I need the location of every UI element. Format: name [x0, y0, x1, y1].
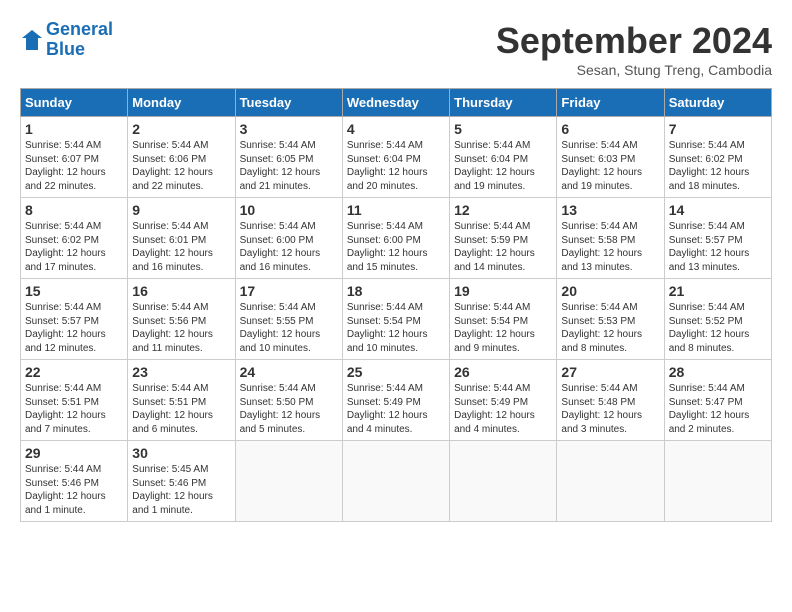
calendar-body: 1Sunrise: 5:44 AMSunset: 6:07 PMDaylight…	[21, 117, 772, 522]
table-row: 15Sunrise: 5:44 AMSunset: 5:57 PMDayligh…	[21, 279, 128, 360]
table-row: 27Sunrise: 5:44 AMSunset: 5:48 PMDayligh…	[557, 360, 664, 441]
logo-text: General Blue	[46, 20, 113, 60]
table-row	[664, 441, 771, 522]
calendar-title: September 2024	[496, 20, 772, 62]
table-row: 20Sunrise: 5:44 AMSunset: 5:53 PMDayligh…	[557, 279, 664, 360]
table-row: 21Sunrise: 5:44 AMSunset: 5:52 PMDayligh…	[664, 279, 771, 360]
col-friday: Friday	[557, 89, 664, 117]
col-saturday: Saturday	[664, 89, 771, 117]
table-row: 26Sunrise: 5:44 AMSunset: 5:49 PMDayligh…	[450, 360, 557, 441]
table-row	[342, 441, 449, 522]
title-area: September 2024 Sesan, Stung Treng, Cambo…	[496, 20, 772, 78]
table-row: 29Sunrise: 5:44 AMSunset: 5:46 PMDayligh…	[21, 441, 128, 522]
table-row	[450, 441, 557, 522]
table-row: 4Sunrise: 5:44 AMSunset: 6:04 PMDaylight…	[342, 117, 449, 198]
calendar-week-1: 1Sunrise: 5:44 AMSunset: 6:07 PMDaylight…	[21, 117, 772, 198]
table-row: 12Sunrise: 5:44 AMSunset: 5:59 PMDayligh…	[450, 198, 557, 279]
table-row: 8Sunrise: 5:44 AMSunset: 6:02 PMDaylight…	[21, 198, 128, 279]
table-row: 10Sunrise: 5:44 AMSunset: 6:00 PMDayligh…	[235, 198, 342, 279]
table-row: 2Sunrise: 5:44 AMSunset: 6:06 PMDaylight…	[128, 117, 235, 198]
table-row: 7Sunrise: 5:44 AMSunset: 6:02 PMDaylight…	[664, 117, 771, 198]
table-row: 9Sunrise: 5:44 AMSunset: 6:01 PMDaylight…	[128, 198, 235, 279]
col-tuesday: Tuesday	[235, 89, 342, 117]
table-row: 5Sunrise: 5:44 AMSunset: 6:04 PMDaylight…	[450, 117, 557, 198]
col-wednesday: Wednesday	[342, 89, 449, 117]
logo-icon	[20, 28, 44, 52]
table-row: 19Sunrise: 5:44 AMSunset: 5:54 PMDayligh…	[450, 279, 557, 360]
table-row: 6Sunrise: 5:44 AMSunset: 6:03 PMDaylight…	[557, 117, 664, 198]
header: General Blue September 2024 Sesan, Stung…	[20, 20, 772, 78]
calendar-week-3: 15Sunrise: 5:44 AMSunset: 5:57 PMDayligh…	[21, 279, 772, 360]
col-sunday: Sunday	[21, 89, 128, 117]
table-row	[557, 441, 664, 522]
calendar-subtitle: Sesan, Stung Treng, Cambodia	[496, 62, 772, 78]
col-monday: Monday	[128, 89, 235, 117]
table-row	[235, 441, 342, 522]
col-thursday: Thursday	[450, 89, 557, 117]
table-row: 3Sunrise: 5:44 AMSunset: 6:05 PMDaylight…	[235, 117, 342, 198]
calendar-week-4: 22Sunrise: 5:44 AMSunset: 5:51 PMDayligh…	[21, 360, 772, 441]
table-row: 24Sunrise: 5:44 AMSunset: 5:50 PMDayligh…	[235, 360, 342, 441]
table-row: 1Sunrise: 5:44 AMSunset: 6:07 PMDaylight…	[21, 117, 128, 198]
calendar-table: Sunday Monday Tuesday Wednesday Thursday…	[20, 88, 772, 522]
table-row: 25Sunrise: 5:44 AMSunset: 5:49 PMDayligh…	[342, 360, 449, 441]
calendar-header-row: Sunday Monday Tuesday Wednesday Thursday…	[21, 89, 772, 117]
table-row: 18Sunrise: 5:44 AMSunset: 5:54 PMDayligh…	[342, 279, 449, 360]
table-row: 14Sunrise: 5:44 AMSunset: 5:57 PMDayligh…	[664, 198, 771, 279]
table-row: 16Sunrise: 5:44 AMSunset: 5:56 PMDayligh…	[128, 279, 235, 360]
table-row: 22Sunrise: 5:44 AMSunset: 5:51 PMDayligh…	[21, 360, 128, 441]
logo: General Blue	[20, 20, 113, 60]
table-row: 30Sunrise: 5:45 AMSunset: 5:46 PMDayligh…	[128, 441, 235, 522]
calendar-week-5: 29Sunrise: 5:44 AMSunset: 5:46 PMDayligh…	[21, 441, 772, 522]
table-row: 23Sunrise: 5:44 AMSunset: 5:51 PMDayligh…	[128, 360, 235, 441]
calendar-week-2: 8Sunrise: 5:44 AMSunset: 6:02 PMDaylight…	[21, 198, 772, 279]
table-row: 17Sunrise: 5:44 AMSunset: 5:55 PMDayligh…	[235, 279, 342, 360]
table-row: 28Sunrise: 5:44 AMSunset: 5:47 PMDayligh…	[664, 360, 771, 441]
table-row: 11Sunrise: 5:44 AMSunset: 6:00 PMDayligh…	[342, 198, 449, 279]
table-row: 13Sunrise: 5:44 AMSunset: 5:58 PMDayligh…	[557, 198, 664, 279]
